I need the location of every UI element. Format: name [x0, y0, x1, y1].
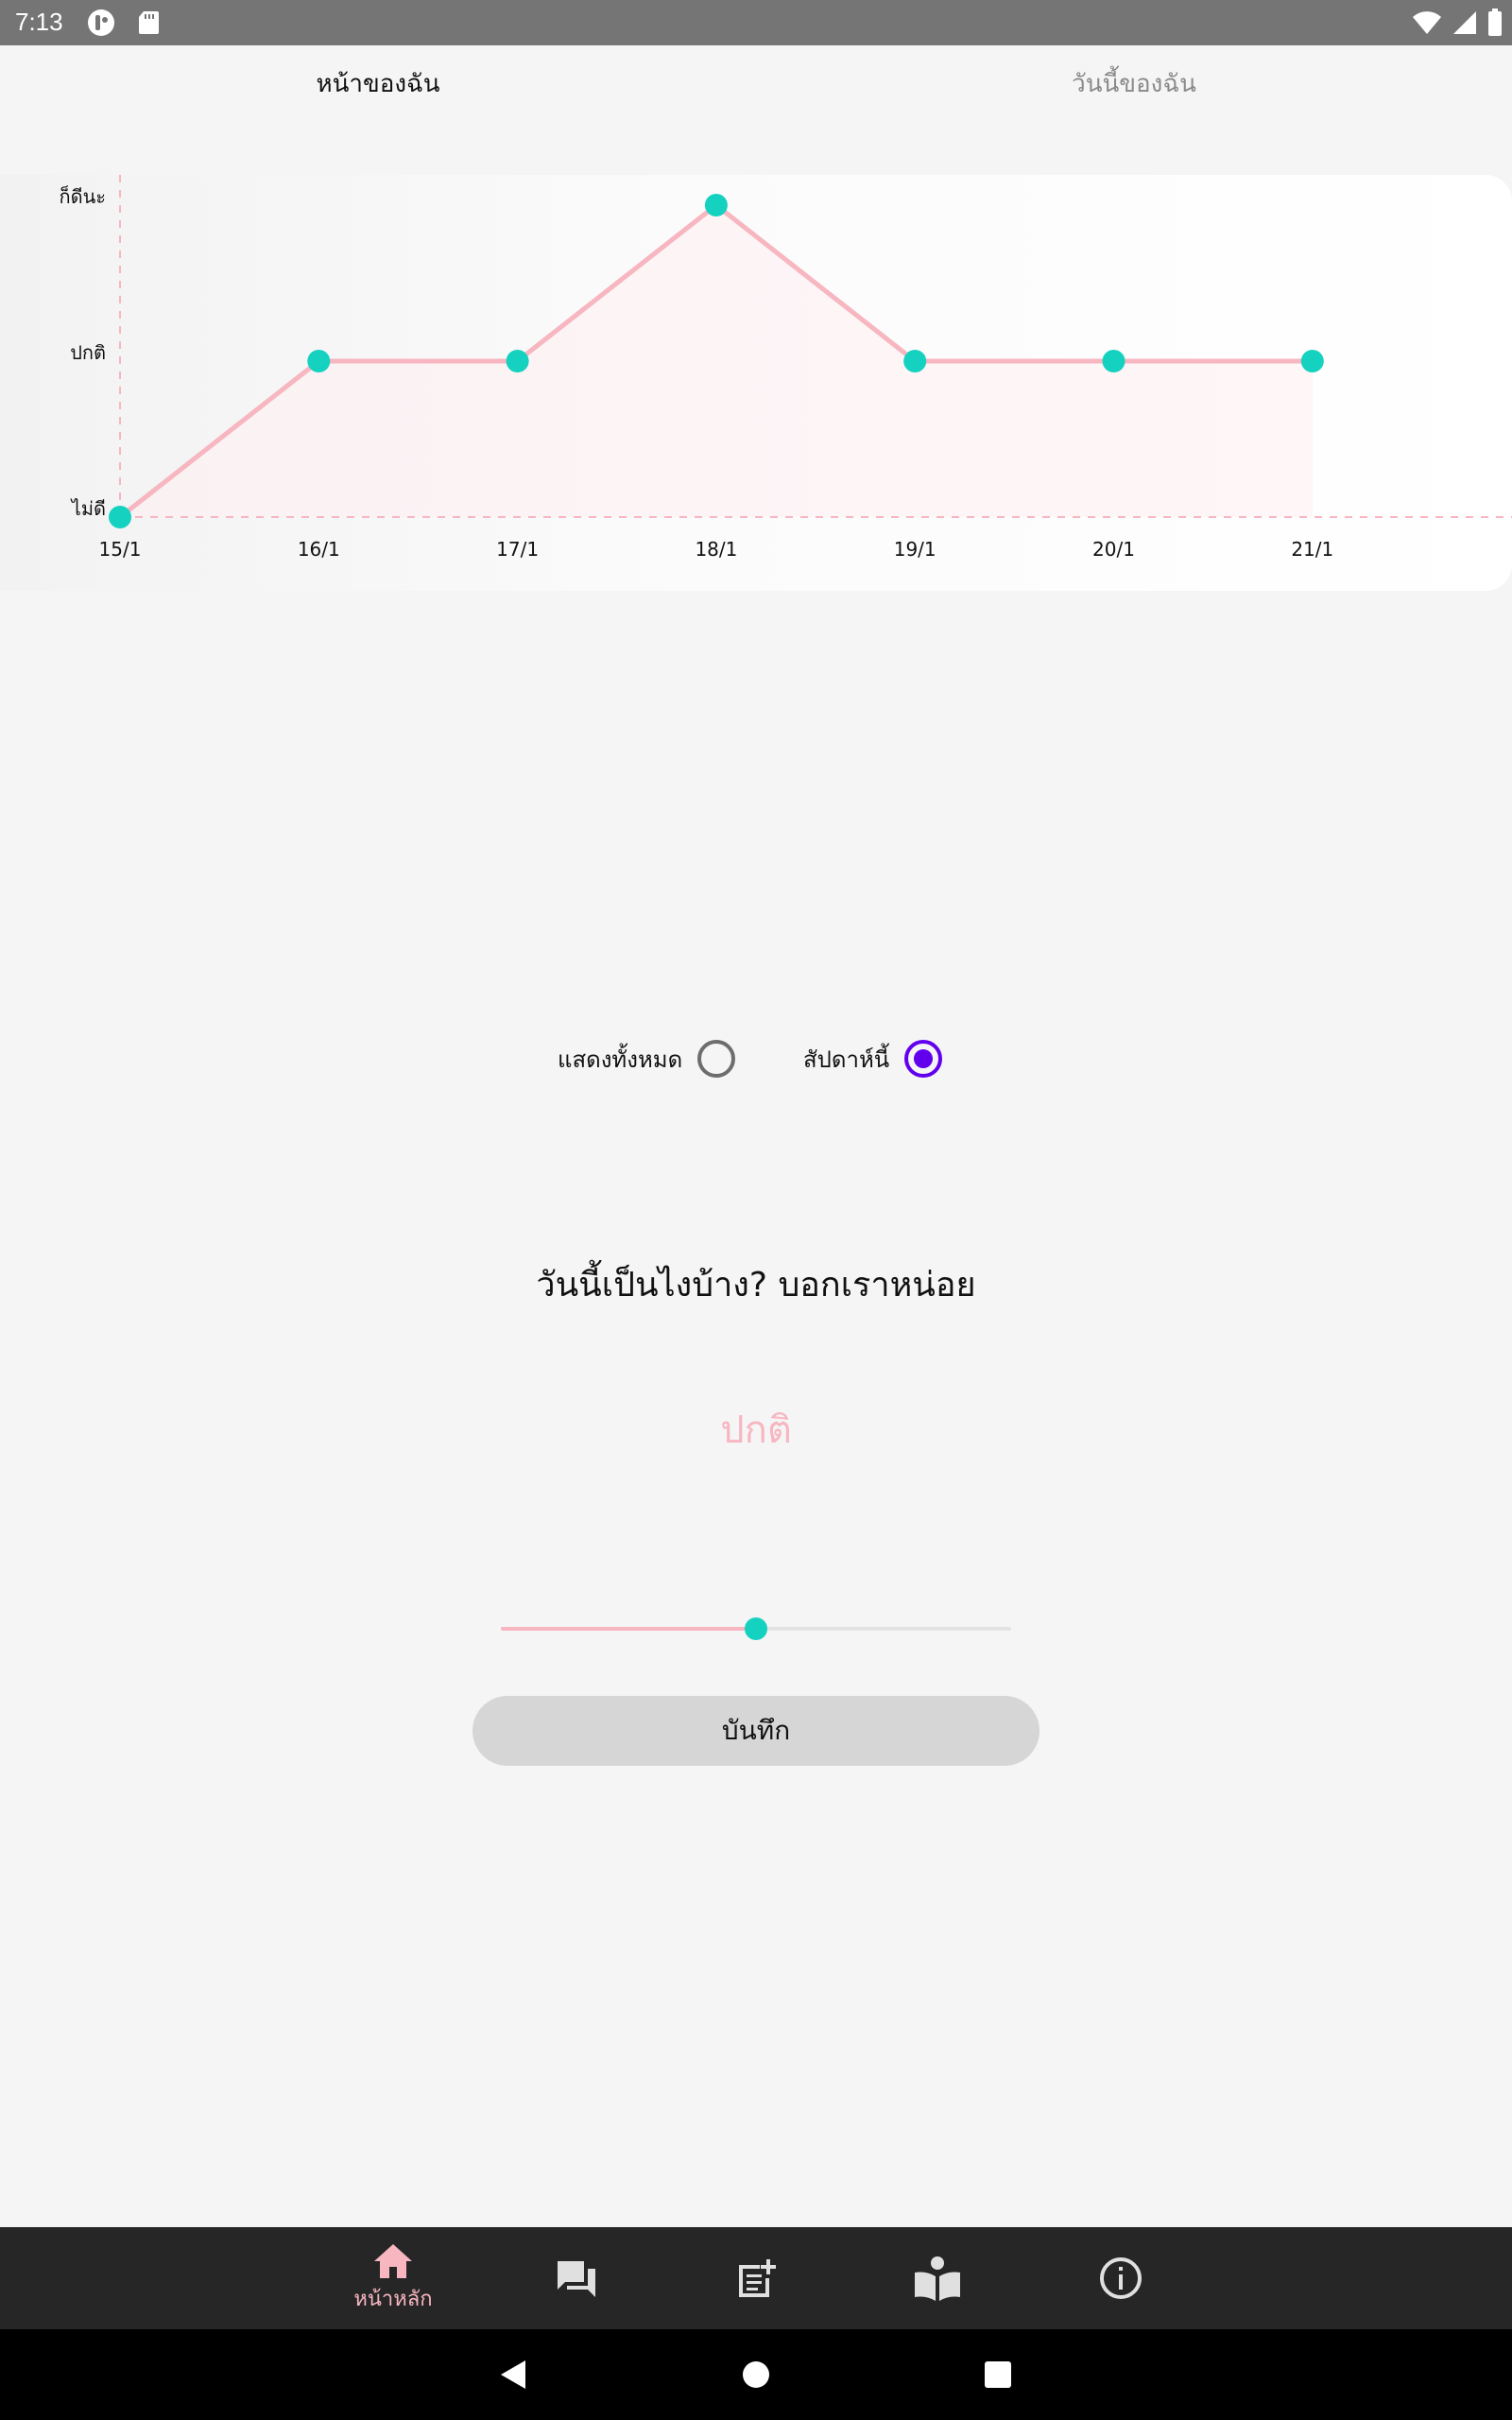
chart-point: [1300, 350, 1324, 372]
back-button[interactable]: [491, 2352, 537, 2397]
recents-button[interactable]: [975, 2352, 1021, 2397]
filter-show-all-label: แสดงทั้งหมด: [558, 1046, 683, 1073]
battery-icon: [1488, 9, 1502, 36]
mood-question: วันนี้เป็นไงบ้าง? บอกเราหน่อย: [536, 1266, 976, 1305]
filter-this-week[interactable]: สัปดาห์นี้: [803, 1030, 943, 1087]
nav-book[interactable]: [881, 2227, 994, 2329]
home-circle-icon: [743, 2361, 769, 2388]
system-nav-bar: [0, 2329, 1512, 2420]
mood-current-label: ปกติ: [720, 1409, 792, 1452]
nav-home-label: หน้าหลัก: [353, 2287, 433, 2311]
chart-x-tick-label: 17/1: [496, 538, 539, 561]
chart-point: [903, 350, 927, 372]
notification-app-icon: [88, 9, 114, 36]
wifi-icon: [1413, 11, 1441, 35]
chart-y-tick-label: ไม่ดี: [70, 497, 106, 520]
chart-point: [109, 506, 131, 528]
info-icon: [1100, 2257, 1142, 2299]
mood-slider[interactable]: [501, 1607, 1011, 1651]
tab-my-page-label: หน้าของฉัน: [316, 69, 440, 98]
filter-show-all[interactable]: แสดงทั้งหมด: [558, 1030, 736, 1087]
home-icon: [374, 2243, 412, 2278]
bottom-nav: หน้าหลัก: [0, 2227, 1512, 2329]
tab-my-today[interactable]: วันนี้ของฉัน: [756, 45, 1512, 121]
chart-point: [506, 350, 529, 372]
slider-thumb[interactable]: [745, 1617, 767, 1640]
nav-info[interactable]: [1064, 2227, 1177, 2329]
book-icon: [915, 2256, 960, 2301]
nav-home[interactable]: หน้าหลัก: [336, 2227, 450, 2329]
tab-my-page[interactable]: หน้าของฉัน: [0, 45, 756, 121]
filter-show-all-radio[interactable]: [697, 1040, 736, 1078]
chart-y-tick-label: ปกติ: [70, 341, 106, 364]
sd-card-icon: [139, 11, 159, 34]
chart-y-tick-label: ก็ดีนะ: [59, 184, 106, 208]
forum-icon: [558, 2261, 595, 2297]
nav-forum[interactable]: [520, 2227, 633, 2329]
chart-point: [704, 194, 728, 216]
chart-x-tick-label: 21/1: [1291, 538, 1333, 561]
filter-this-week-radio[interactable]: [904, 1040, 943, 1078]
chart-filter: แสดงทั้งหมด สัปดาห์นี้: [0, 1030, 1512, 1087]
note-add-icon: [739, 2259, 776, 2297]
cell-signal-icon: [1453, 11, 1476, 34]
recents-square-icon: [985, 2361, 1011, 2388]
chart-point: [1102, 350, 1125, 372]
tab-my-today-label: วันนี้ของฉัน: [1072, 69, 1196, 98]
chart-x-tick-label: 16/1: [298, 538, 340, 561]
slider-fill: [501, 1627, 756, 1631]
top-tabs: หน้าของฉัน วันนี้ของฉัน: [0, 45, 1512, 121]
status-bar: 7:13: [0, 0, 1512, 45]
mood-chart: 15/1 16/1 17/1 18/1 19/1 20/1 21/1 ไม่ดี ปกติ ก็ด…: [59, 175, 1512, 561]
chart-x-tick-label: 20/1: [1092, 538, 1135, 561]
save-button[interactable]: บันทึก: [472, 1696, 1040, 1766]
back-triangle-icon: [501, 2360, 525, 2389]
home-system-button[interactable]: [733, 2352, 779, 2397]
chart-x-tick-label: 19/1: [894, 538, 936, 561]
chart-x-tick-label: 15/1: [99, 538, 142, 561]
chart-point: [307, 350, 331, 372]
status-time: 7:13: [15, 8, 63, 36]
nav-note-add[interactable]: [699, 2227, 813, 2329]
filter-this-week-label: สัปดาห์นี้: [803, 1046, 890, 1073]
chart-x-tick-label: 18/1: [695, 538, 737, 561]
